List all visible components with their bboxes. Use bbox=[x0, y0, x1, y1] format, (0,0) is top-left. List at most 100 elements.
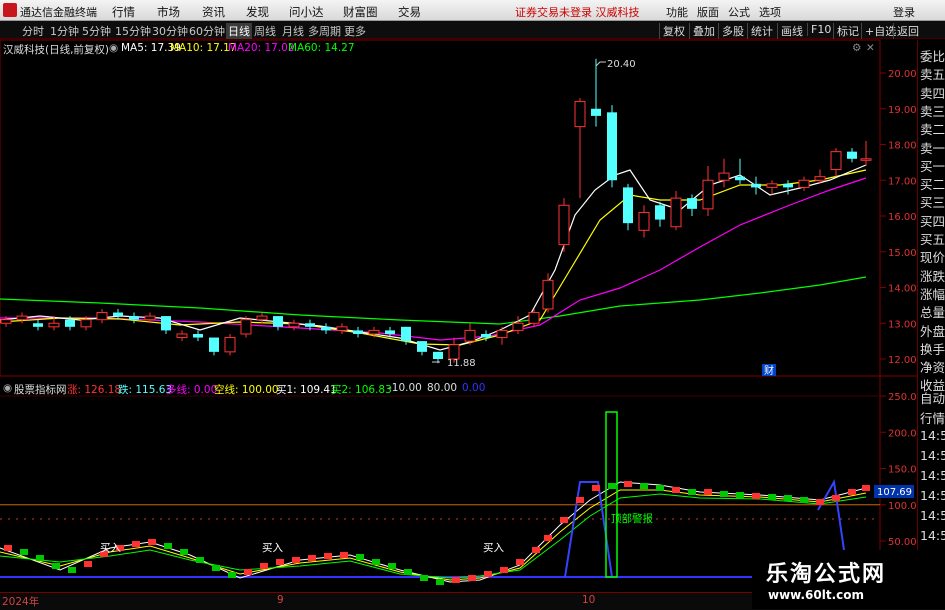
price-tick-label: 16.00 bbox=[888, 212, 917, 223]
indicator-dot bbox=[260, 563, 268, 569]
candle-body bbox=[798, 179, 810, 188]
quote-label: 卖二 bbox=[920, 122, 945, 138]
candle-body bbox=[448, 344, 460, 360]
candle-body bbox=[417, 341, 427, 352]
indicator-line-green bbox=[0, 493, 867, 579]
candlesticks[interactable] bbox=[0, 58, 872, 364]
indicator-series bbox=[0, 411, 870, 585]
watermark-url: www.60lt.com bbox=[768, 588, 865, 602]
indicator-long: 多线: 0.00 bbox=[166, 384, 218, 396]
ma10-value: MA10: 17.17 bbox=[170, 42, 237, 54]
indicator-settings-icon[interactable]: ◉ bbox=[3, 382, 12, 394]
candle-body bbox=[655, 205, 665, 220]
candle-body bbox=[783, 183, 793, 188]
indicator-dot bbox=[640, 483, 648, 489]
ma20-line bbox=[0, 177, 867, 341]
candle-body bbox=[96, 312, 108, 321]
high-label: 20.40 bbox=[607, 59, 636, 70]
indicator-dot bbox=[388, 563, 396, 569]
low-label: 11.88 bbox=[447, 358, 476, 369]
date-label-oct: 10 bbox=[582, 594, 596, 606]
candle-body bbox=[144, 315, 156, 321]
indicator-dot bbox=[308, 555, 316, 561]
indicator-v3: 0.00 bbox=[462, 382, 486, 394]
candle-body bbox=[766, 183, 778, 188]
indicator-dot bbox=[148, 539, 156, 545]
date-label-2024: 2024年 bbox=[2, 596, 40, 608]
indicator-dot bbox=[752, 493, 760, 499]
quote-label: 总量 bbox=[920, 305, 945, 321]
candle-body bbox=[33, 323, 43, 327]
indicator-dot bbox=[576, 497, 584, 503]
chart-canvas[interactable]: 20.00 19.00 18.00 17.00 16.00 15.00 14.00 13.00… bbox=[0, 0, 945, 609]
indicator-dot bbox=[800, 497, 808, 503]
stock-title[interactable]: 汉威科技(日线,前复权) bbox=[3, 42, 109, 57]
indicator-dot bbox=[832, 495, 840, 501]
candle-body bbox=[336, 326, 348, 331]
pane-close-icon[interactable]: ✕ bbox=[866, 42, 875, 54]
indicator-short: 空线: 100.00 bbox=[214, 384, 279, 396]
candle-body bbox=[512, 322, 524, 331]
price-tick-label: 17.00 bbox=[888, 176, 917, 187]
indicator-dot bbox=[372, 559, 380, 565]
candle-body bbox=[224, 337, 236, 353]
indicator-title[interactable]: 股票指标网 bbox=[14, 382, 67, 397]
indicator-dot bbox=[420, 575, 428, 581]
candle-body bbox=[718, 172, 730, 181]
candle-body bbox=[193, 333, 203, 338]
indicator-v1: -10.00 bbox=[388, 382, 422, 394]
indicator-dot bbox=[52, 563, 60, 569]
price-tick-label: 19.00 bbox=[888, 105, 917, 116]
candle-body bbox=[161, 316, 171, 331]
tick-time-label: 14:5 bbox=[920, 428, 945, 443]
quote-label: 净资 bbox=[920, 360, 945, 376]
candle-body bbox=[288, 322, 300, 328]
indicator-dot bbox=[816, 499, 824, 505]
price-tick-label: 15.00 bbox=[888, 248, 917, 259]
candle-body bbox=[80, 319, 92, 328]
blue-trapezoid bbox=[564, 481, 613, 578]
candle-body bbox=[16, 315, 28, 321]
indicator-dot bbox=[196, 557, 204, 563]
indicator-dot bbox=[592, 485, 600, 491]
indicator-dot bbox=[672, 487, 680, 493]
buy-signal-1: 买入 bbox=[100, 542, 121, 554]
indicator-dot bbox=[484, 571, 492, 577]
indicator-dot bbox=[244, 569, 252, 575]
indicator-dot bbox=[132, 541, 140, 547]
candle-body bbox=[48, 322, 60, 328]
indicator-dot bbox=[500, 567, 508, 573]
indicator-dot bbox=[36, 555, 44, 561]
ma60-value: MA60: 14.27 bbox=[288, 42, 355, 54]
candle-body bbox=[751, 183, 761, 188]
tick-time-label: 行情 bbox=[920, 411, 945, 426]
indicator-dot bbox=[356, 554, 364, 560]
indicator-dot bbox=[84, 561, 92, 567]
candle-body bbox=[176, 333, 188, 339]
indicator-dot bbox=[292, 557, 300, 563]
indicator-dot bbox=[4, 545, 12, 551]
quote-label: 卖一 bbox=[920, 140, 945, 156]
indicator-dot bbox=[656, 485, 664, 491]
indicator-v2: 80.00 bbox=[427, 382, 458, 394]
candle-body bbox=[401, 326, 411, 342]
indicator-dot bbox=[862, 485, 870, 491]
quote-label: 现价 bbox=[920, 250, 945, 266]
buy-signal-3: 买入 bbox=[483, 542, 504, 554]
settings-icon[interactable]: ◉ bbox=[109, 42, 118, 54]
candle-body bbox=[814, 176, 826, 181]
quote-label: 卖四 bbox=[920, 85, 945, 101]
indicator-dot bbox=[532, 547, 540, 553]
buy-signal-2: 买入 bbox=[262, 542, 283, 554]
indicator-dot bbox=[228, 572, 236, 578]
candle-body bbox=[305, 323, 315, 327]
indicator-dot bbox=[704, 489, 712, 495]
sub-current-value: 107.69 bbox=[877, 487, 912, 498]
ma-lines bbox=[0, 164, 867, 351]
indicator-dot bbox=[624, 481, 632, 487]
tick-time-label: 14:5 bbox=[920, 528, 945, 543]
pane-settings-icon[interactable]: ⚙ bbox=[852, 42, 861, 54]
indicator-dot bbox=[768, 494, 776, 500]
candle-body bbox=[481, 333, 491, 338]
indicator-dot bbox=[720, 491, 728, 497]
